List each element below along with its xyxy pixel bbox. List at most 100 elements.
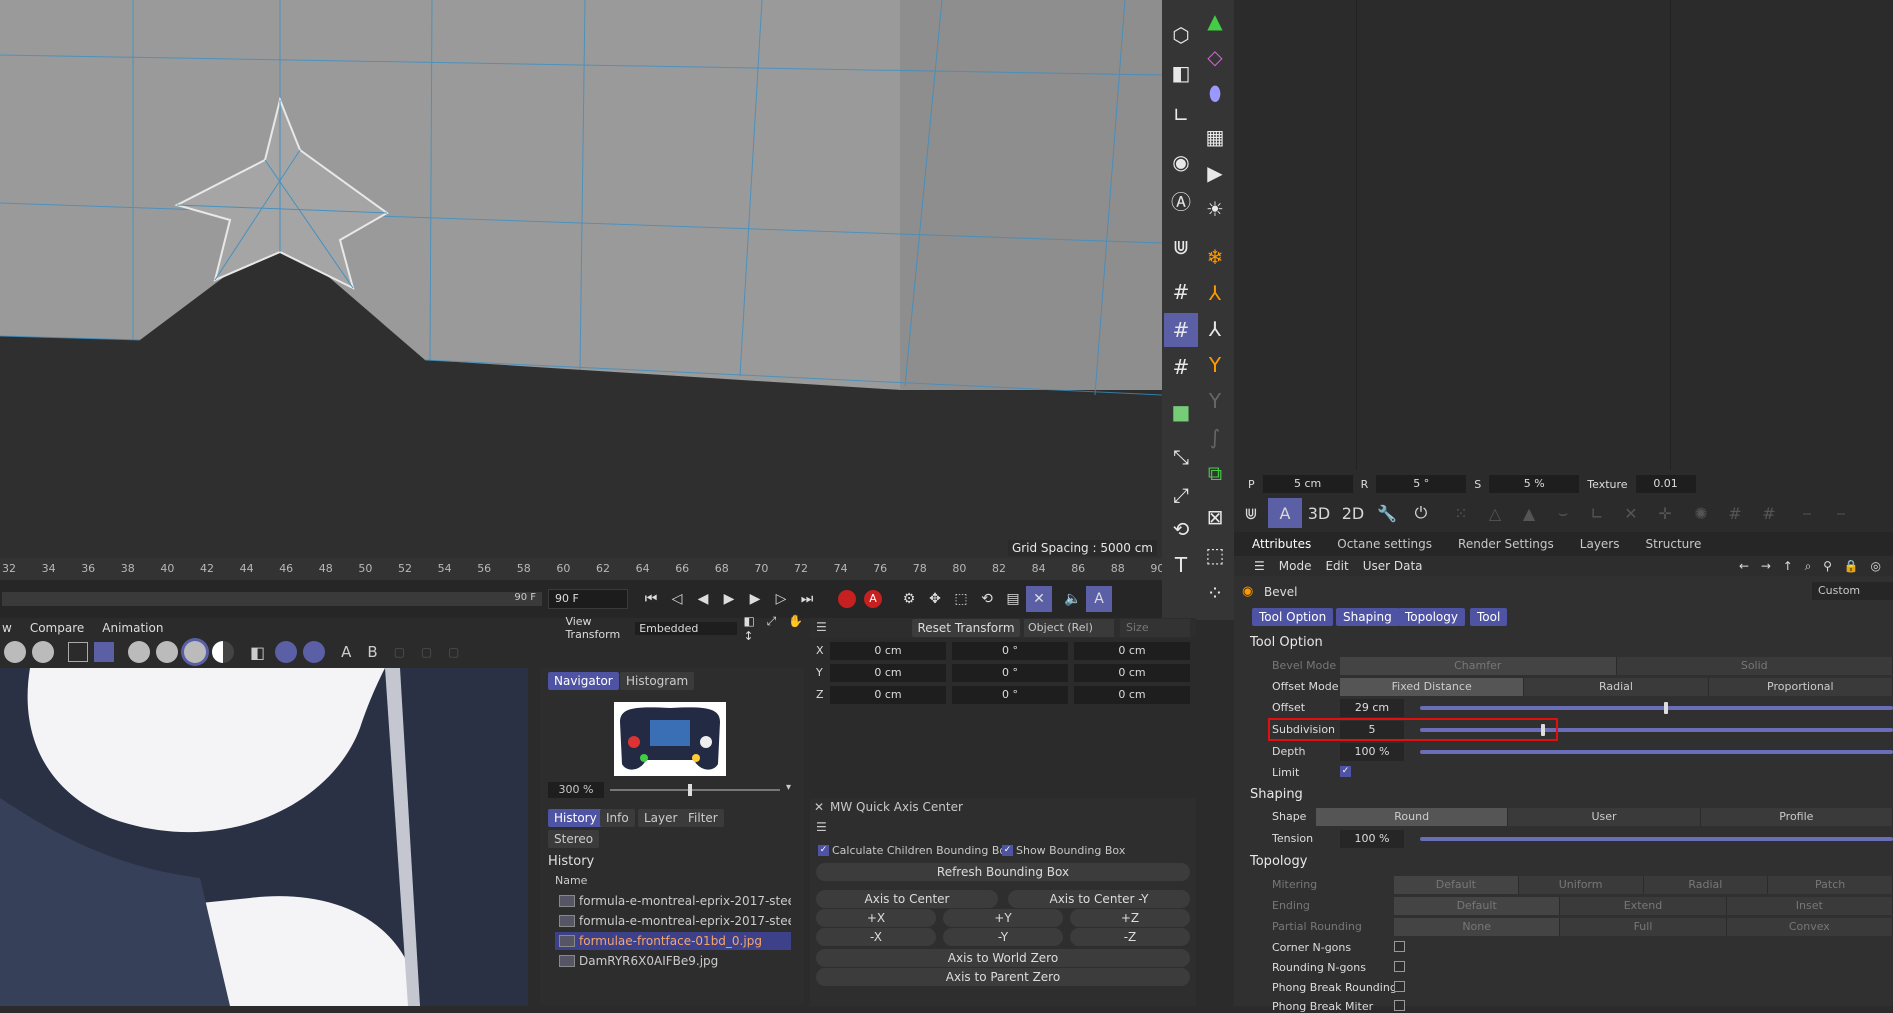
plus-button[interactable]: ✛ [1648, 498, 1682, 528]
limit-checkbox[interactable]: ✓ [1340, 766, 1351, 777]
menu-compare[interactable]: Compare [30, 621, 84, 635]
measure-tool[interactable]: ⟲ [1164, 512, 1198, 546]
coord-size-field[interactable]: 0 cm [1074, 642, 1190, 660]
offset-mode-proportional[interactable]: Proportional [1709, 678, 1893, 696]
channel5-icon[interactable] [184, 641, 206, 663]
axis-tool[interactable]: ∟ [1164, 98, 1198, 132]
snap-button[interactable]: ⋓ [1234, 498, 1268, 528]
spline-tool[interactable]: ∫ [1198, 420, 1232, 454]
axis-a-button[interactable]: A [1268, 498, 1302, 528]
prev-frame-button[interactable]: ◀ [690, 586, 716, 612]
tab-navigator[interactable]: Navigator [548, 672, 619, 690]
go-to-end-button[interactable]: ⏭ [794, 586, 820, 612]
plus-y-button[interactable]: +Y [943, 909, 1063, 927]
contrast-icon[interactable] [212, 641, 234, 663]
coord-position-field[interactable]: 0 cm [830, 642, 946, 660]
solo-tool[interactable]: ◉ [1164, 145, 1198, 179]
hash2-button[interactable]: # [1752, 498, 1786, 528]
timeline-ruler[interactable]: 3234363840424446485052545658606264666870… [0, 558, 1162, 580]
calc-children-checkbox[interactable]: ✓ [818, 845, 829, 856]
rounding-ngons-checkbox[interactable] [1394, 961, 1405, 972]
letter-a[interactable]: A [341, 643, 351, 661]
partial-convex[interactable]: Convex [1727, 918, 1893, 936]
show-bbox-checkbox[interactable]: ✓ [1002, 845, 1013, 856]
mitering-default[interactable]: Default [1394, 876, 1519, 894]
bevel-mode-chamfer[interactable]: Chamfer [1340, 657, 1617, 675]
history-item-selected[interactable]: formulae-frontface-01bd_0.jpg [555, 932, 791, 950]
tab-histogram[interactable]: Histogram [620, 672, 694, 690]
autokey-button[interactable]: A [860, 586, 886, 612]
coord-size-field[interactable]: 0 cm [1074, 664, 1190, 682]
history-item[interactable]: formula-e-montreal-eprix-2017-steering [555, 892, 791, 910]
offset-slider-knob[interactable] [1664, 702, 1668, 714]
keyframe-settings-button[interactable]: ⚙ [896, 586, 922, 612]
floor-tool[interactable]: ▦ [1198, 120, 1232, 154]
channel-icon[interactable] [4, 641, 26, 663]
reset-transform-button[interactable]: Reset Transform [912, 619, 1020, 637]
prev-key-button[interactable]: ◁ [664, 586, 690, 612]
menu-mode[interactable]: Mode [1279, 559, 1312, 573]
ik-tool[interactable]: ⅄ [1198, 312, 1232, 346]
ab-right-icon[interactable] [303, 641, 325, 663]
3d-viewport[interactable]: Grid Spacing : 5000 cm [0, 0, 1162, 558]
coord-mode-dropdown[interactable]: Object (Rel) [1024, 619, 1114, 637]
view-transform-dropdown[interactable]: Embedded [635, 622, 737, 635]
coord-position-field[interactable]: 0 cm [830, 686, 946, 704]
2d-button[interactable]: 2D [1336, 498, 1370, 528]
p-value[interactable]: 5 cm [1263, 475, 1353, 493]
subtab-topology[interactable]: Topology [1398, 608, 1465, 626]
next-frame-button[interactable]: ▶ [742, 586, 768, 612]
nav-arrows-icon[interactable]: ← → ↑ ⌕ ⚲ 🔒 ◎ [1739, 559, 1885, 574]
shape-user[interactable]: User [1508, 808, 1700, 826]
minus-z-button[interactable]: -Z [1070, 928, 1190, 946]
hamburger-icon[interactable]: ☰ [816, 620, 827, 634]
snowflake-tool[interactable]: ❄ [1198, 240, 1232, 274]
menu-user-data[interactable]: User Data [1363, 559, 1423, 573]
cone-button[interactable]: △ [1478, 498, 1512, 528]
coord-position-field[interactable]: 0 cm [830, 664, 946, 682]
ab-left-icon[interactable] [275, 641, 297, 663]
cone2-button[interactable]: ▲ [1512, 498, 1546, 528]
deformer-tool[interactable]: ◇ [1198, 40, 1232, 74]
sun-button[interactable]: ✺ [1684, 498, 1718, 528]
partial-full[interactable]: Full [1560, 918, 1726, 936]
grid-a-tool[interactable]: # [1164, 350, 1198, 384]
line-button[interactable]: ⎯ [1790, 498, 1824, 528]
shape-profile[interactable]: Profile [1701, 808, 1893, 826]
branch2-tool[interactable]: Y [1198, 384, 1232, 418]
grid-lock-tool[interactable]: # [1164, 313, 1198, 347]
refresh-bbox-button[interactable]: Refresh Bounding Box [816, 863, 1190, 881]
axis-to-parent-zero-button[interactable]: Axis to Parent Zero [816, 968, 1190, 986]
letter-b[interactable]: B [367, 643, 377, 661]
guide2-tool[interactable]: ⤢ [1164, 478, 1198, 512]
end-frame-field[interactable]: 90 F [548, 589, 628, 609]
timeline-range-slider[interactable]: 90 F [2, 592, 542, 606]
dots-tool[interactable]: ⁘ [1198, 576, 1232, 610]
ending-inset[interactable]: Inset [1727, 897, 1893, 915]
guide-tool[interactable]: ⤡ [1164, 440, 1198, 474]
frame2-icon[interactable] [94, 642, 114, 662]
uv-tool[interactable]: ⊠ [1198, 500, 1232, 534]
green-cubes-tool[interactable]: ▲ [1198, 4, 1232, 38]
navigator-thumbnail[interactable] [614, 702, 726, 776]
tab-attributes[interactable]: Attributes [1252, 537, 1311, 551]
shape-round[interactable]: Round [1316, 808, 1508, 826]
corner-button[interactable]: ∟ [1580, 498, 1614, 528]
animation-mode-button[interactable]: A [1086, 586, 1112, 612]
partial-none[interactable]: None [1394, 918, 1560, 936]
dots-button[interactable]: ⁙ [1444, 498, 1478, 528]
coord-rotation-field[interactable]: 0 ° [952, 686, 1068, 704]
depth-field[interactable]: 100 % [1340, 743, 1404, 761]
x-button[interactable]: ✕ [1614, 498, 1648, 528]
rendered-image[interactable] [0, 668, 528, 1006]
key-position-button[interactable]: ✥ [922, 586, 948, 612]
power-button[interactable]: ⏻ [1404, 498, 1438, 528]
mitering-patch[interactable]: Patch [1768, 876, 1893, 894]
minus-x-button[interactable]: -X [816, 928, 936, 946]
coord-size-field[interactable]: 0 cm [1074, 686, 1190, 704]
cube-tool[interactable]: ⬡ [1164, 18, 1198, 52]
tab-filter[interactable]: Filter [682, 809, 724, 827]
tab-layers[interactable]: Layers [1580, 537, 1620, 551]
camera-tool[interactable]: ▶ [1198, 156, 1232, 190]
phong-break-rounding-checkbox[interactable] [1394, 981, 1405, 992]
